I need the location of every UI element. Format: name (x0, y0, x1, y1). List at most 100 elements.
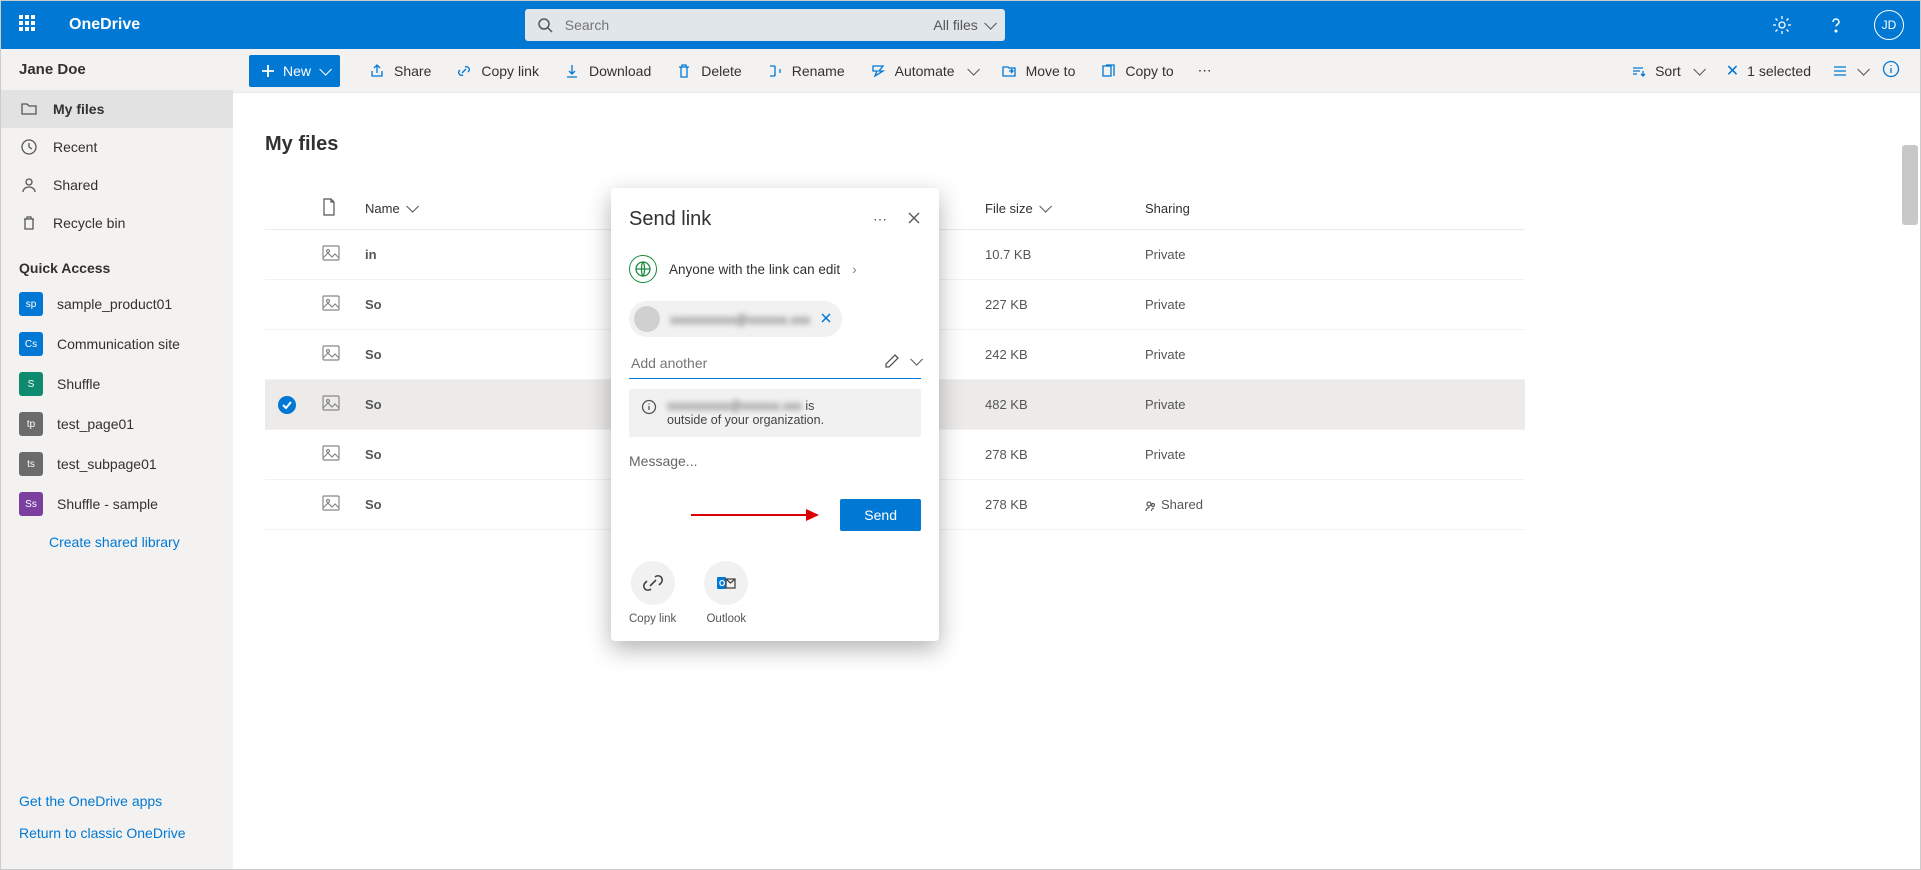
quick-access-item[interactable]: SsShuffle - sample (1, 484, 233, 524)
sidebar-item-shared[interactable]: Shared (1, 166, 233, 204)
search-scope-label: All files (933, 17, 977, 33)
file-size-cell: 482 KB (973, 380, 1133, 430)
quick-access-label: Communication site (57, 336, 180, 352)
user-avatar[interactable]: JD (1874, 10, 1904, 40)
permission-text: Anyone with the link can edit (669, 262, 840, 277)
sidebar-item-recent[interactable]: Recent (1, 128, 233, 166)
quick-access-item[interactable]: CsCommunication site (1, 324, 233, 364)
more-cmds-button[interactable]: ⋯ (1186, 49, 1226, 93)
new-button[interactable]: New (249, 55, 340, 87)
add-recipient-field[interactable] (629, 349, 921, 379)
recipient-type-dropdown[interactable] (910, 353, 919, 372)
col-file-size[interactable]: File size (973, 188, 1133, 230)
new-button-label: New (283, 63, 311, 79)
col-name[interactable]: Name (353, 188, 653, 230)
details-pane-button[interactable] (1878, 49, 1904, 93)
site-badge-icon: S (19, 372, 43, 396)
help-button[interactable] (1820, 9, 1852, 41)
copy-to-button[interactable]: Copy to (1087, 49, 1185, 93)
row-select-checkbox[interactable] (278, 444, 296, 462)
file-name-cell[interactable]: in (353, 230, 653, 280)
add-recipient-input[interactable] (631, 355, 876, 371)
sidebar-item-my-files[interactable]: My files (1, 90, 233, 128)
app-launcher[interactable] (13, 9, 45, 41)
image-file-icon (321, 443, 341, 463)
dialog-more-button[interactable]: ⋯ (873, 211, 889, 228)
outlook-option[interactable]: O (704, 561, 748, 605)
quick-access-item[interactable]: SShuffle (1, 364, 233, 404)
quick-access-heading: Quick Access (1, 242, 233, 284)
image-file-icon (321, 243, 341, 263)
recipient-name: xxxxxxxxxx@xxxxxx.xxx (670, 312, 810, 327)
get-apps-link[interactable]: Get the OneDrive apps (19, 785, 215, 817)
chevron-down-icon (1693, 63, 1702, 79)
image-file-icon (321, 343, 341, 363)
row-select-checkbox[interactable] (278, 494, 296, 512)
sidebar-item-label: Recycle bin (53, 215, 125, 231)
info-icon (641, 399, 657, 418)
search-input[interactable] (565, 17, 922, 33)
file-name-cell[interactable]: So (353, 280, 653, 330)
view-toggle-button[interactable] (1827, 49, 1870, 93)
chevron-right-icon: › (852, 261, 857, 277)
globe-icon (629, 255, 657, 283)
file-name-cell[interactable]: So (353, 430, 653, 480)
automate-button[interactable]: Automate (857, 49, 988, 93)
share-button[interactable]: Share (356, 49, 443, 93)
row-select-checkbox[interactable] (278, 244, 296, 262)
quick-access-item[interactable]: spsample_product01 (1, 284, 233, 324)
remove-recipient-button[interactable] (820, 311, 832, 327)
sort-button[interactable]: Sort (1621, 49, 1710, 93)
file-name-cell[interactable]: So (353, 330, 653, 380)
link-icon (642, 572, 664, 594)
site-badge-icon: tp (19, 412, 43, 436)
classic-onedrive-link[interactable]: Return to classic OneDrive (19, 817, 215, 849)
dialog-close-button[interactable] (907, 211, 921, 228)
cmd-label: Copy link (481, 63, 539, 79)
chevron-down-icon (319, 63, 328, 79)
settings-button[interactable] (1766, 9, 1798, 41)
link-permission-button[interactable]: Anyone with the link can edit › (611, 231, 939, 293)
image-file-icon (321, 493, 341, 513)
more-icon: ⋯ (1198, 62, 1214, 79)
create-shared-library-link[interactable]: Create shared library (1, 524, 233, 560)
quick-access-item[interactable]: tstest_subpage01 (1, 444, 233, 484)
recipient-avatar (634, 306, 660, 332)
search-box[interactable]: All files (525, 9, 1005, 41)
annotation-arrow (691, 505, 821, 525)
image-file-icon (321, 293, 341, 313)
message-field[interactable]: Message... (611, 437, 939, 469)
row-select-checkbox[interactable] (278, 344, 296, 362)
quick-access-item[interactable]: tptest_page01 (1, 404, 233, 444)
download-button[interactable]: Download (551, 49, 663, 93)
quick-access-label: sample_product01 (57, 296, 172, 312)
file-size-cell: 278 KB (973, 430, 1133, 480)
row-select-checkbox[interactable] (278, 294, 296, 312)
sidebar-item-recycle-bin[interactable]: Recycle bin (1, 204, 233, 242)
svg-text:O: O (719, 579, 725, 588)
sidebar-item-label: Shared (53, 177, 98, 193)
col-sharing[interactable]: Sharing (1133, 188, 1525, 230)
move-icon (1000, 62, 1018, 80)
clear-selection-button[interactable]: ✕ 1 selected (1718, 49, 1819, 93)
chevron-down-icon (1039, 201, 1048, 216)
scrollbar[interactable] (1902, 145, 1918, 225)
rename-button[interactable]: Rename (754, 49, 857, 93)
external-email-blurred: xxxxxxxxxx@xxxxxx.xxx (667, 399, 802, 413)
search-scope-dropdown[interactable]: All files (921, 17, 1004, 33)
edit-recipient-button[interactable] (884, 353, 900, 372)
file-name-cell[interactable]: So (353, 380, 653, 430)
command-bar: New Share Copy link Download Delete (233, 49, 1920, 93)
send-button[interactable]: Send (840, 499, 921, 531)
automate-icon (869, 62, 887, 80)
outlook-icon: O (715, 572, 737, 594)
sharing-cell: Private (1133, 380, 1525, 430)
move-to-button[interactable]: Move to (988, 49, 1088, 93)
file-name-cell[interactable]: So (353, 480, 653, 530)
recipient-pill[interactable]: xxxxxxxxxx@xxxxxx.xxx (629, 301, 842, 337)
file-size-cell: 10.7 KB (973, 230, 1133, 280)
copy-link-button[interactable]: Copy link (443, 49, 551, 93)
delete-button[interactable]: Delete (663, 49, 753, 93)
row-select-checkbox[interactable] (278, 396, 296, 414)
copy-link-option[interactable] (631, 561, 675, 605)
